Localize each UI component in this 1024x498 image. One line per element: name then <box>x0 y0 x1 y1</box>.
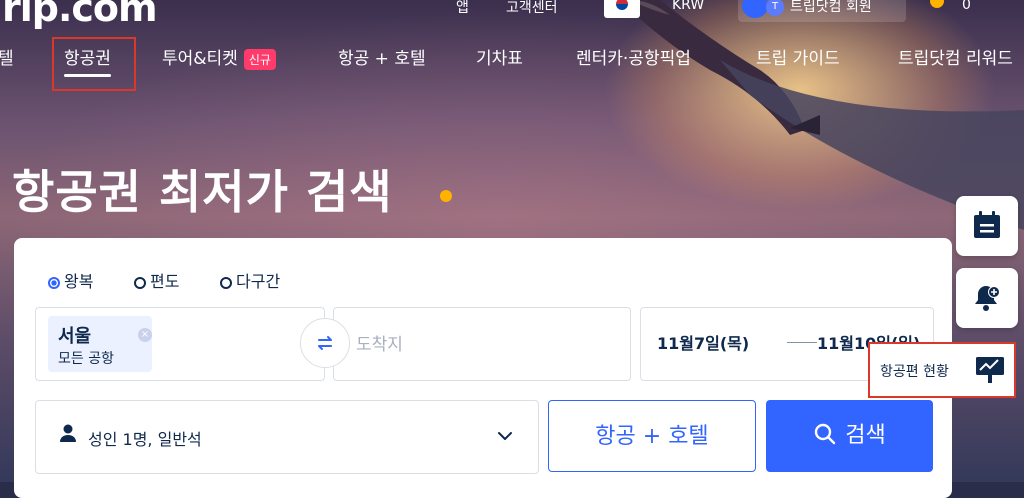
nav-item-train[interactable]: 기차표 <box>476 44 523 69</box>
coin-count: 0 <box>962 0 971 13</box>
clear-origin-icon[interactable]: × <box>138 328 152 342</box>
korea-flag-icon[interactable] <box>604 0 640 18</box>
member-button[interactable]: T 트립닷컴 회원 <box>738 0 906 22</box>
trip-type-oneway[interactable]: 편도 <box>134 268 179 292</box>
new-badge: 신규 <box>243 48 276 70</box>
passenger-class-value: 성인 1명, 일반석 <box>88 430 202 449</box>
airplane-wing-image <box>620 0 1024 230</box>
depart-date[interactable]: 11월7일(목) <box>657 330 749 354</box>
trip-type-multicity[interactable]: 다구간 <box>220 268 280 292</box>
flight-status-button[interactable]: 항공편 현황 <box>868 342 1016 398</box>
origin-airports: 모든 공항 <box>58 351 114 367</box>
origin-chip: 서울 모든 공항 × <box>48 316 152 372</box>
search-button[interactable]: 검색 <box>766 400 933 472</box>
date-separator <box>787 342 817 343</box>
search-button-label: 검색 <box>845 423 886 448</box>
person-icon <box>60 424 76 442</box>
member-label: 트립닷컴 회원 <box>790 0 872 15</box>
nav-item-car-rental[interactable]: 렌터카·공항픽업 <box>576 44 691 69</box>
origin-city: 서울 <box>58 326 92 347</box>
destination-placeholder: 도착지 <box>356 335 403 355</box>
origin-field[interactable]: 서울 모든 공항 × <box>35 307 325 381</box>
chevron-down-icon <box>498 432 512 440</box>
flight-status-label: 항공편 현황 <box>880 364 949 380</box>
swap-arrows-icon <box>318 336 332 350</box>
page-title: 항공권 최저가 검색 <box>12 165 393 219</box>
coin-icon <box>930 0 944 8</box>
price-alert-button[interactable] <box>956 268 1018 328</box>
flight-status-icon <box>976 357 1004 383</box>
title-accent-dot <box>440 190 452 202</box>
nav-item-rewards[interactable]: 트립닷컴 리워드 <box>898 44 1013 69</box>
bell-plus-icon <box>975 286 1000 311</box>
radio-icon <box>220 277 232 289</box>
nav-item-tours[interactable]: 투어&티켓 신규 <box>162 44 276 70</box>
nav-item-hotel[interactable]: 텔 <box>0 44 14 69</box>
top-bar: rip.com 앱 고객센터 KRW T 트립닷컴 회원 0 <box>0 0 1024 30</box>
flight-hotel-button[interactable]: 항공 + 호텔 <box>548 400 756 472</box>
nav-item-trip-guide[interactable]: 트립 가이드 <box>756 44 840 69</box>
passenger-class-field[interactable]: 성인 1명, 일반석 <box>35 400 539 474</box>
highlight-box-flights-tab <box>52 37 136 91</box>
currency-selector[interactable]: KRW <box>672 0 704 13</box>
radio-selected-icon <box>48 277 60 289</box>
search-icon <box>815 423 836 445</box>
calendar-icon <box>974 211 1000 238</box>
destination-field[interactable]: 도착지 <box>333 307 631 381</box>
customer-center-link[interactable]: 고객센터 <box>506 0 558 17</box>
radio-icon <box>134 277 146 289</box>
nav-item-tours-label: 투어&티켓 <box>162 49 238 69</box>
member-tier-badge: T <box>766 0 784 16</box>
trip-type-roundtrip[interactable]: 왕복 <box>48 268 93 292</box>
avatar <box>742 0 768 18</box>
calendar-button[interactable] <box>956 196 1018 256</box>
swap-button[interactable] <box>300 318 350 368</box>
nav-item-flight-hotel[interactable]: 항공 + 호텔 <box>338 44 426 69</box>
main-nav: 텔 항공권 투어&티켓 신규 항공 + 호텔 기차표 렌터카·공항픽업 트립 가이… <box>0 44 1024 77</box>
site-logo[interactable]: rip.com <box>2 0 158 30</box>
app-link[interactable]: 앱 <box>456 0 469 17</box>
